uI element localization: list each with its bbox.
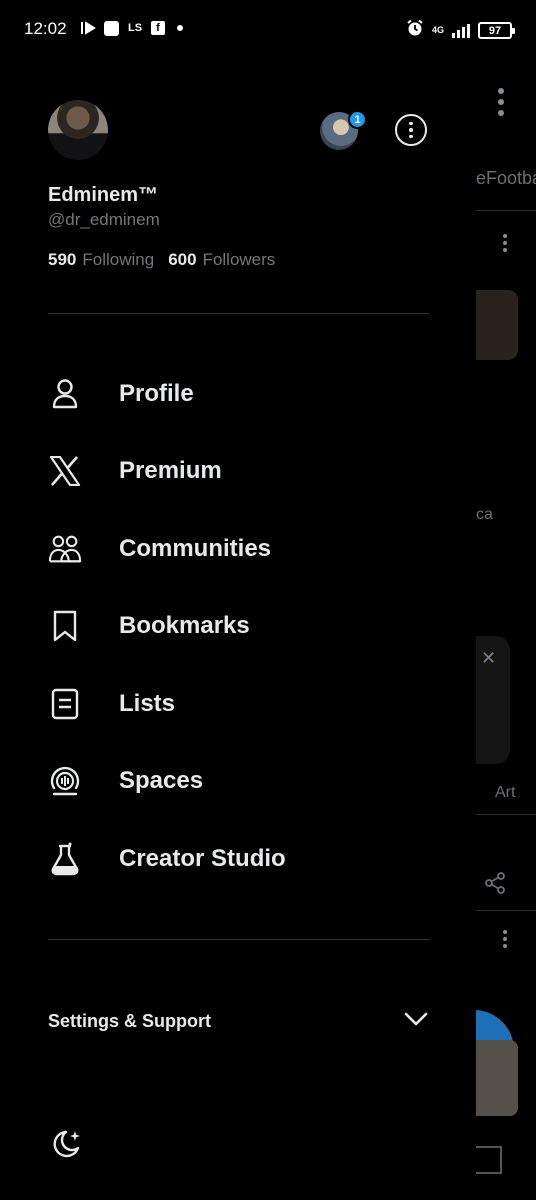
settings-support-toggle[interactable]: Settings & Support	[48, 1006, 429, 1036]
menu-item-label: Lists	[119, 689, 176, 717]
alarm-icon	[406, 19, 424, 42]
media-play-icon	[80, 20, 96, 36]
backdrop-post-more-icon	[503, 234, 507, 252]
list-icon	[48, 687, 82, 721]
square-app-icon	[104, 20, 119, 36]
flask-icon	[48, 842, 82, 876]
backdrop-text: ca	[476, 506, 493, 523]
backdrop-close-icon: ✕	[481, 648, 497, 668]
more-options-button[interactable]	[395, 114, 427, 146]
menu-item-label: Spaces	[119, 767, 204, 795]
bookmark-icon	[48, 609, 82, 643]
moon-sparkle-icon	[48, 1130, 82, 1166]
menu-item-label: Creator Studio	[119, 844, 286, 872]
chevron-down-icon	[403, 1011, 429, 1032]
person-icon	[48, 377, 82, 411]
account-badge: 1	[348, 110, 367, 129]
menu-item-spaces[interactable]: Spaces	[48, 743, 448, 821]
drawer-menu: Profile Premium Communities Bookmarks Li…	[48, 355, 448, 898]
notification-icons: LS f	[80, 20, 183, 36]
network-type: 4G	[431, 25, 444, 35]
backdrop-image	[476, 1040, 518, 1116]
share-icon	[485, 872, 505, 894]
backdrop-post-more-icon	[503, 930, 507, 948]
facebook-icon: f	[151, 21, 165, 35]
status-bar: 12:02 LS f 4G 97	[0, 0, 536, 60]
user-handle: @dr_edminem	[48, 210, 160, 229]
backdrop-divider	[476, 210, 536, 211]
menu-item-communities[interactable]: Communities	[48, 510, 448, 588]
menu-item-premium[interactable]: Premium	[48, 433, 448, 511]
status-time: 12:02	[24, 19, 67, 38]
divider	[48, 313, 429, 314]
ls-app-icon: LS	[127, 22, 143, 34]
following-count[interactable]: 590	[48, 250, 76, 270]
followers-count[interactable]: 600	[168, 250, 196, 270]
menu-item-label: Premium	[119, 457, 222, 485]
follow-stats: 590 Following 600 Followers	[48, 250, 283, 270]
backdrop-label: Art	[495, 784, 516, 801]
x-logo-icon	[48, 454, 82, 488]
followers-label[interactable]: Followers	[203, 250, 276, 270]
menu-item-label: Communities	[119, 534, 272, 562]
menu-item-lists[interactable]: Lists	[48, 665, 448, 743]
backdrop-tab: eFootba	[476, 168, 536, 188]
divider	[48, 939, 429, 940]
menu-item-creator-studio[interactable]: Creator Studio	[48, 820, 448, 898]
backdrop-media	[476, 290, 518, 360]
menu-item-profile[interactable]: Profile	[48, 355, 448, 433]
menu-item-bookmarks[interactable]: Bookmarks	[48, 588, 448, 666]
more-notifications-dot	[177, 25, 183, 31]
display-name[interactable]: Edminem™	[48, 184, 158, 207]
timeline-backdrop[interactable]: eFootba ca ✕ Art	[476, 60, 536, 1200]
battery-icon: 97	[478, 22, 515, 39]
communities-icon	[48, 532, 82, 566]
backdrop-divider	[476, 910, 536, 911]
backdrop-divider	[476, 814, 536, 815]
system-icons: 4G 97	[406, 19, 515, 42]
display-mode-button[interactable]	[48, 1128, 82, 1162]
settings-support-label: Settings & Support	[48, 1010, 211, 1031]
menu-item-label: Profile	[119, 379, 194, 407]
navigation-drawer: 1 Edminem™ @dr_edminem 590 Following 600…	[0, 60, 476, 1200]
backdrop-more-icon	[498, 88, 504, 116]
avatar[interactable]	[48, 100, 108, 160]
spaces-icon	[48, 764, 82, 798]
signal-icon	[452, 23, 470, 38]
following-label[interactable]: Following	[82, 250, 154, 270]
messages-icon[interactable]	[476, 1146, 502, 1174]
menu-item-label: Bookmarks	[119, 612, 250, 640]
